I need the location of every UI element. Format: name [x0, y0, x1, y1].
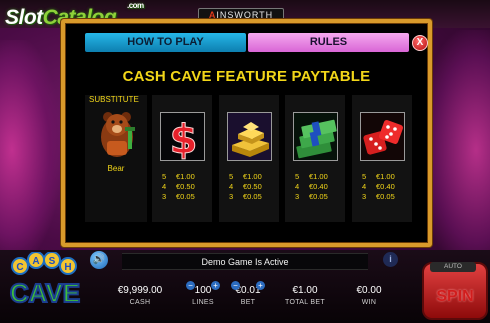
- pay-row: 4 €0.40: [295, 182, 328, 191]
- paytable-title: CASH CAVE FEATURE PAYTABLE: [122, 68, 371, 85]
- lines-display: − + 100 LINES: [185, 281, 221, 307]
- logo-letter: H: [64, 262, 71, 273]
- win-label: WIN: [361, 299, 377, 306]
- auto-button[interactable]: AUTO: [430, 262, 476, 272]
- brand-name-part1: Slot: [5, 6, 43, 29]
- pay-row: 3 €0.05: [362, 192, 395, 201]
- status-message: Demo Game Is Active: [122, 253, 368, 270]
- lines-label: LINES: [192, 299, 214, 306]
- symbol-column: 5 €1.00 4 €0.40 3 €0.05: [352, 95, 412, 222]
- lines-plus-button[interactable]: +: [211, 281, 220, 290]
- bet-minus-button[interactable]: −: [231, 281, 240, 290]
- bet-label: BET: [240, 299, 256, 306]
- total-bet-label: TOTAL BET: [285, 299, 325, 306]
- total-bet-value: €1.00: [292, 285, 318, 296]
- bet-display: − + €0.01 BET: [230, 281, 266, 307]
- game-logo: C A S H CAVE: [2, 251, 88, 314]
- dollar-sign-icon: $: [160, 112, 205, 161]
- pay-row: 5 €1.00: [162, 172, 195, 181]
- dice-icon: [360, 112, 405, 161]
- sound-icon[interactable]: 🔊: [90, 251, 108, 269]
- pay-row: 4 €0.50: [229, 182, 262, 191]
- win-display: €0.00 WIN: [348, 284, 390, 307]
- stats-bar: €9,999.00 CASH − + 100 LINES − + €0.01 B…: [110, 281, 410, 314]
- lines-minus-button[interactable]: −: [186, 281, 195, 290]
- pay-row: 3 €0.05: [229, 192, 262, 201]
- pay-row: 3 €0.05: [162, 192, 195, 201]
- logo-letter: S: [49, 256, 56, 267]
- close-button[interactable]: X: [412, 35, 428, 51]
- symbol-column: 5 €1.00 4 €0.40 3 €0.05: [285, 95, 345, 222]
- total-bet-display: €1.00 TOTAL BET: [280, 284, 330, 307]
- bet-plus-button[interactable]: +: [256, 281, 265, 290]
- cave-background-left: [0, 40, 60, 260]
- win-value: €0.00: [356, 285, 382, 296]
- spin-label[interactable]: SPIN: [426, 288, 484, 306]
- bear-icon: [95, 107, 140, 160]
- symbol-column: 5 €1.00 4 €0.50 3 €0.05: [219, 95, 279, 222]
- pay-row: 4 €0.40: [362, 182, 395, 191]
- pay-rows: 5 €1.00 4 €0.50 3 €0.05: [229, 172, 262, 202]
- paytable-panel: HOW TO PLAY RULES X CASH CAVE FEATURE PA…: [61, 19, 432, 247]
- pay-rows: 5 €1.00 4 €0.40 3 €0.05: [295, 172, 328, 202]
- symbol-column: $ 5 €1.00 4 €0.50 3 €0.05: [152, 95, 212, 222]
- tab-rules[interactable]: RULES: [248, 33, 409, 52]
- info-icon[interactable]: i: [383, 252, 398, 267]
- logo-letter: A: [32, 256, 39, 267]
- gold-bars-icon: [227, 112, 272, 161]
- pay-rows: 5 €1.00 4 €0.40 3 €0.05: [362, 172, 395, 202]
- brand-suffix: .com: [127, 1, 144, 10]
- svg-text:$: $: [170, 117, 198, 161]
- logo-word: CAVE: [10, 278, 80, 308]
- pay-row: 4 €0.50: [162, 182, 195, 191]
- pay-row: 3 €0.05: [295, 192, 328, 201]
- cash-value: €9,999.00: [117, 285, 163, 296]
- cash-stack-icon: [293, 112, 338, 161]
- pay-rows: 5 €1.00 4 €0.50 3 €0.05: [162, 172, 195, 202]
- cash-display: €9,999.00 CASH: [110, 284, 170, 307]
- tab-how-to-play[interactable]: HOW TO PLAY: [85, 33, 246, 52]
- substitute-name: Bear: [107, 164, 125, 173]
- pay-row: 5 €1.00: [295, 172, 328, 181]
- pay-row: 5 €1.00: [362, 172, 395, 181]
- cash-label: CASH: [129, 299, 151, 306]
- pay-row: 5 €1.00: [229, 172, 262, 181]
- logo-letter: C: [16, 262, 23, 273]
- substitute-label: SUBSTITUTE: [89, 95, 139, 104]
- substitute-column: SUBSTITUTE Bear: [85, 95, 147, 222]
